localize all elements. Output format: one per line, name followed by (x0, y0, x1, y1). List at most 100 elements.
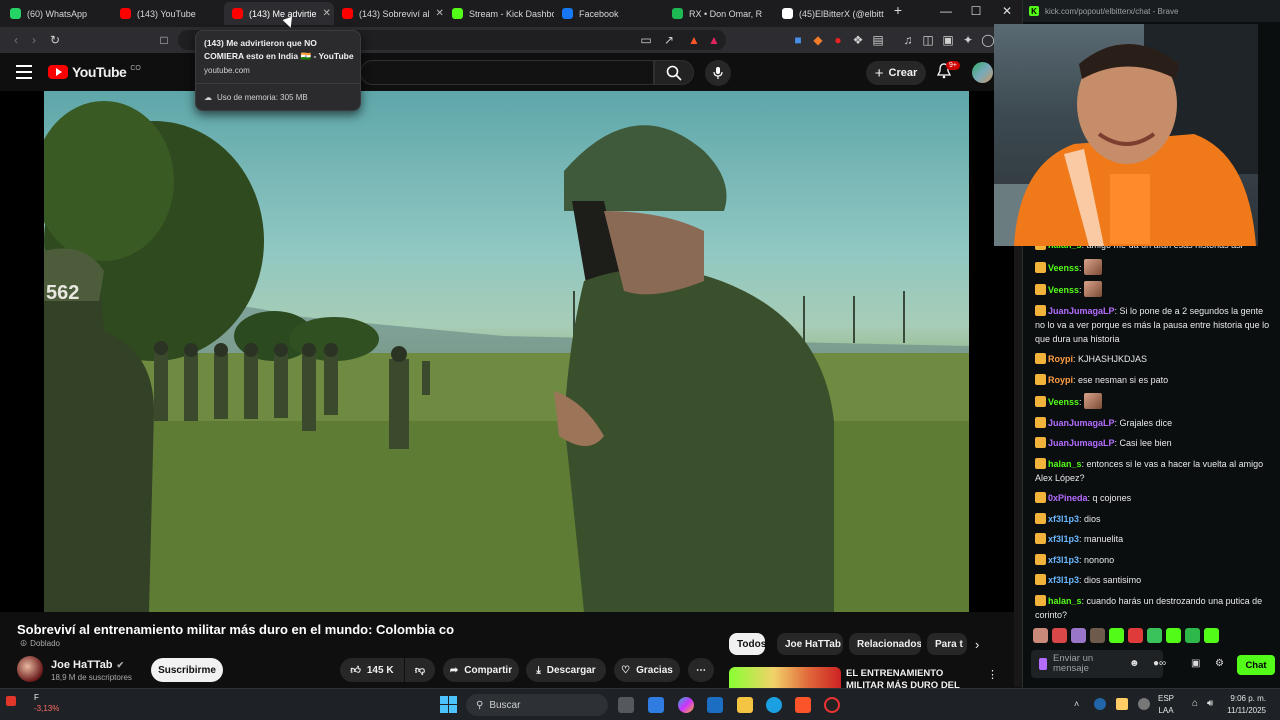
system-clock[interactable]: 9:06 p. m. 11/11/2025 (1222, 693, 1266, 717)
browser-tab[interactable]: Facebook (554, 2, 664, 25)
back-icon[interactable]: ‹ (8, 32, 24, 48)
sidebar-icon[interactable]: ▤ (870, 32, 886, 48)
close-window-icon[interactable]: ✕ (997, 4, 1017, 18)
chat-username[interactable]: JuanJumagaLP (1048, 438, 1115, 448)
chat-username[interactable]: 0xPineda (1048, 493, 1088, 503)
chat-username[interactable]: halan_s (1048, 459, 1082, 469)
thanks-button[interactable]: ♡ Gracias (614, 658, 680, 682)
tab-close-icon[interactable]: ✕ (436, 8, 444, 19)
more-actions-button[interactable]: ⋯ (688, 658, 714, 682)
emoji-icon[interactable]: ☻ (1129, 659, 1140, 669)
bookmark-icon[interactable]: □ (156, 32, 172, 48)
menu-icon[interactable] (16, 65, 32, 79)
search-button[interactable] (654, 60, 694, 85)
extension-icon[interactable]: ● (830, 32, 846, 48)
filter-chip[interactable]: Todos (729, 633, 765, 655)
share-button[interactable]: ➦ Compartir (443, 658, 519, 682)
emote-icon[interactable] (1109, 628, 1124, 643)
keyboard-language[interactable]: ESP LAA (1158, 693, 1174, 717)
store-icon[interactable] (707, 697, 723, 713)
related-more-icon[interactable]: ⋮ (987, 668, 998, 681)
chat-username[interactable]: xf3l1p3 (1048, 514, 1079, 524)
copilot-icon[interactable] (678, 697, 694, 713)
chat-username[interactable]: JuanJumagaLP (1048, 306, 1115, 316)
browser-tab[interactable]: (45)ElBitterX (@elbitte (774, 2, 884, 25)
chat-message-input[interactable]: Enviar un mensaje ☻ (1031, 650, 1163, 678)
chips-next-icon[interactable]: › (975, 637, 979, 652)
chat-username[interactable]: halan_s (1048, 596, 1082, 606)
related-video-title[interactable]: EL ENTRENAMIENTO MILITAR MÁS DURO DEL MU… (846, 668, 981, 688)
like-button[interactable]: 👍︎ 145 K (340, 658, 404, 682)
taskbar-search-input[interactable]: ⚲ Buscar (466, 694, 608, 716)
stock-widget[interactable]: F -3,13% (14, 692, 59, 714)
media-icon[interactable]: ♫ (900, 32, 916, 48)
browser-tab[interactable]: Stream - Kick Dashbo (444, 2, 554, 25)
voice-search-button[interactable] (705, 60, 731, 86)
subscribe-button[interactable]: Suscribirme (151, 658, 223, 682)
emote-icon[interactable] (1147, 628, 1162, 643)
filter-chip[interactable]: Para t (927, 633, 967, 655)
browser-tab[interactable]: (143) Me advirtie ✕ (224, 2, 334, 25)
chat-username[interactable]: Roypi (1048, 375, 1073, 385)
task-view-icon[interactable] (618, 697, 634, 713)
emote-icon[interactable] (1071, 628, 1086, 643)
tray-app-icon[interactable] (1116, 698, 1128, 710)
chat-username[interactable]: Veenss (1048, 285, 1079, 295)
create-button[interactable]: + Crear (866, 61, 926, 85)
youtube-logo[interactable]: YouTube CO (48, 64, 141, 80)
browser-tab[interactable]: (143) Sobreviví al ✕ (334, 2, 444, 25)
video-player[interactable]: 562 (0, 91, 1014, 612)
windows-start-icon[interactable] (440, 696, 457, 713)
chat-username[interactable]: Veenss (1048, 263, 1079, 273)
cast-icon[interactable]: ▭ (638, 32, 654, 48)
chat-username[interactable]: xf3l1p3 (1048, 575, 1079, 585)
brave-rewards-icon[interactable]: ▲ (706, 32, 722, 48)
emote-icon[interactable] (1033, 628, 1048, 643)
brave-shield-icon[interactable]: ▲ (686, 32, 702, 48)
download-button[interactable]: ⤓ Descargar (526, 658, 606, 682)
wallet-icon[interactable]: ▣ (940, 32, 956, 48)
emote-icon[interactable] (1166, 628, 1181, 643)
browser-tab[interactable]: (143) YouTube (112, 2, 222, 25)
browser-tab[interactable]: RX • Don Omar, R (664, 2, 774, 25)
obs-icon[interactable] (824, 697, 840, 713)
maximize-icon[interactable]: ☐ (966, 4, 986, 18)
chat-send-button[interactable]: Chat (1237, 655, 1275, 675)
chat-username[interactable]: Veenss (1048, 397, 1079, 407)
settings-icon[interactable]: ⚙ (1215, 658, 1224, 669)
translate-icon[interactable]: ■ (790, 32, 806, 48)
emote-icon[interactable] (1185, 628, 1200, 643)
minimize-icon[interactable]: — (936, 4, 956, 18)
filter-chip[interactable]: Relacionados (849, 633, 921, 655)
search-input[interactable] (360, 60, 654, 85)
reload-icon[interactable]: ↻ (47, 32, 63, 48)
new-tab-button[interactable]: + (888, 2, 908, 18)
extension-icon[interactable]: ◆ (810, 32, 826, 48)
share-icon[interactable]: ↗ (661, 32, 677, 48)
tab-close-icon[interactable]: ✕ (323, 8, 331, 19)
chat-username[interactable]: xf3l1p3 (1048, 534, 1079, 544)
tray-app-icon[interactable] (1138, 698, 1150, 710)
chat-username[interactable]: Roypi (1048, 354, 1073, 364)
related-video-thumbnail[interactable] (729, 667, 841, 688)
brave-icon[interactable] (795, 697, 811, 713)
network-icon[interactable]: ⌂ (1192, 698, 1198, 709)
edge-icon[interactable] (766, 697, 782, 713)
chat-username[interactable]: xf3l1p3 (1048, 555, 1079, 565)
dislike-button[interactable]: 👎︎ (405, 658, 435, 682)
emote-icon[interactable] (1090, 628, 1105, 643)
filter-chip[interactable]: Joe HaTTab (777, 633, 843, 655)
channel-avatar[interactable] (17, 656, 43, 682)
file-explorer-icon[interactable] (737, 697, 753, 713)
channel-name[interactable]: Joe HaTTab ✔ (51, 659, 124, 671)
users-icon[interactable]: ●∞ (1153, 658, 1166, 669)
chevron-up-icon[interactable]: ˄ (1074, 699, 1079, 709)
gift-icon[interactable]: ▣ (1191, 658, 1200, 669)
chat-username[interactable]: JuanJumagaLP (1048, 418, 1115, 428)
tray-app-icon[interactable] (1094, 698, 1106, 710)
volume-icon[interactable]: 🔊︎ (1207, 698, 1213, 709)
browser-tab[interactable]: (60) WhatsApp (2, 2, 112, 25)
user-avatar[interactable] (972, 62, 993, 83)
leo-icon[interactable]: ✦ (960, 32, 976, 48)
emote-icon[interactable] (1128, 628, 1143, 643)
